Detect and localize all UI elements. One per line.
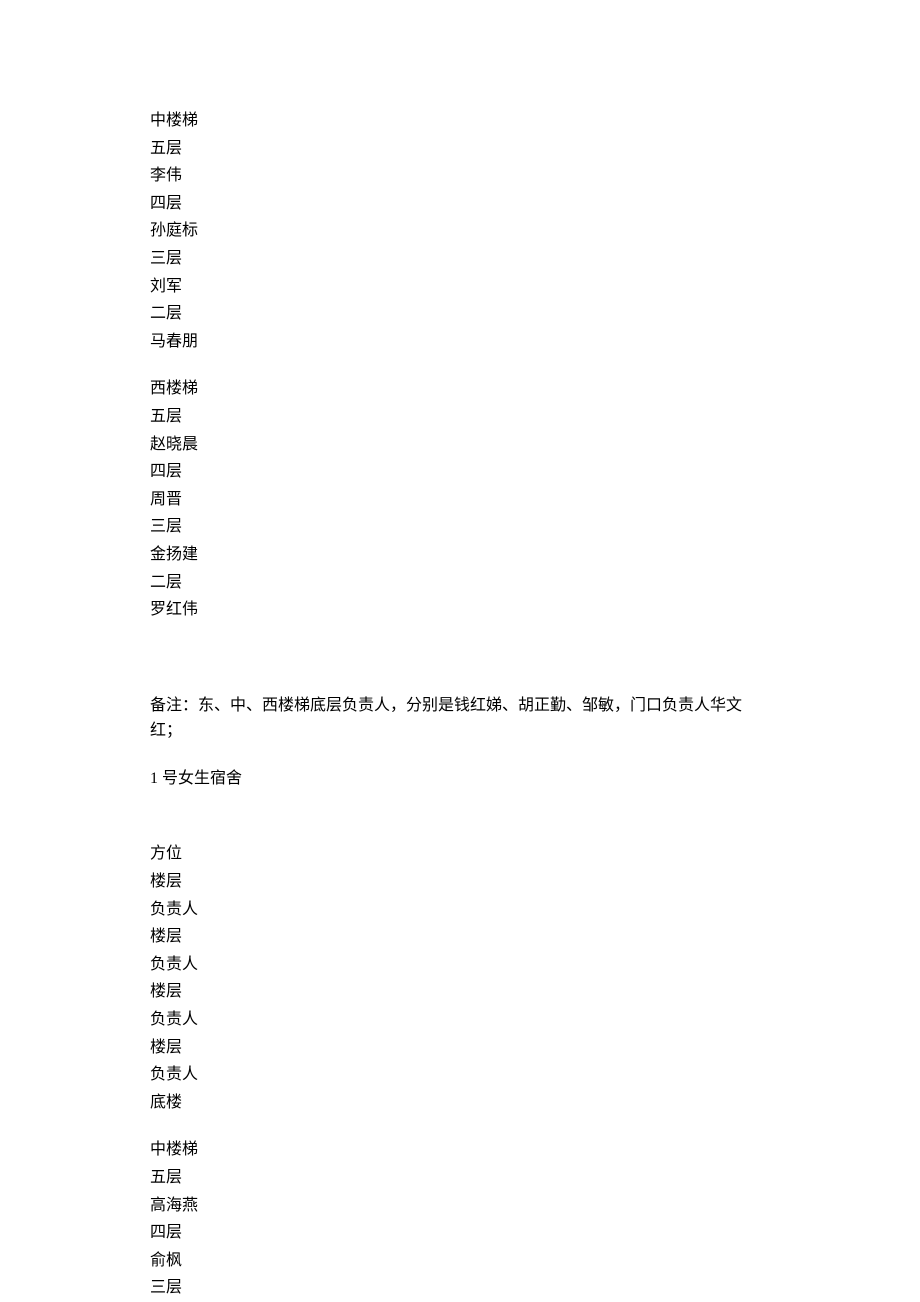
floor-label: 五层 bbox=[150, 1165, 770, 1191]
spacer bbox=[150, 625, 770, 673]
section3-title: 中楼梯 bbox=[150, 1137, 770, 1163]
section2-title: 西楼梯 bbox=[150, 376, 770, 402]
label-floor: 楼层 bbox=[150, 979, 770, 1005]
floor-label: 五层 bbox=[150, 136, 770, 162]
floor-label: 四层 bbox=[150, 1220, 770, 1246]
person-name: 周晋 bbox=[150, 487, 770, 513]
person-name: 孙庭标 bbox=[150, 218, 770, 244]
spacer bbox=[150, 1117, 770, 1137]
spacer bbox=[150, 673, 770, 693]
person-name: 俞枫 bbox=[150, 1248, 770, 1274]
spacer bbox=[150, 356, 770, 376]
floor-label: 三层 bbox=[150, 514, 770, 540]
person-name: 刘军 bbox=[150, 274, 770, 300]
floor-label: 五层 bbox=[150, 404, 770, 430]
floor-label: 二层 bbox=[150, 301, 770, 327]
floor-label: 四层 bbox=[150, 459, 770, 485]
floor-label: 三层 bbox=[150, 246, 770, 272]
note-text: 备注：东、中、西楼梯底层负责人，分别是钱红娣、胡正勤、邹敏，门口负责人华文红； bbox=[150, 693, 770, 744]
spacer bbox=[150, 793, 770, 841]
spacer bbox=[150, 746, 770, 766]
label-person: 负责人 bbox=[150, 1062, 770, 1088]
person-name: 罗红伟 bbox=[150, 597, 770, 623]
person-name: 李伟 bbox=[150, 163, 770, 189]
label-floor: 楼层 bbox=[150, 924, 770, 950]
section1-title: 中楼梯 bbox=[150, 108, 770, 134]
person-name: 高海燕 bbox=[150, 1193, 770, 1219]
person-name: 赵晓晨 bbox=[150, 432, 770, 458]
label-floor: 楼层 bbox=[150, 1035, 770, 1061]
label-person: 负责人 bbox=[150, 897, 770, 923]
person-name: 金扬建 bbox=[150, 542, 770, 568]
floor-label: 三层 bbox=[150, 1275, 770, 1301]
dorm-title: 1 号女生宿舍 bbox=[150, 766, 770, 792]
floor-label: 二层 bbox=[150, 570, 770, 596]
person-name: 马春朋 bbox=[150, 329, 770, 355]
label-person: 负责人 bbox=[150, 952, 770, 978]
floor-label: 四层 bbox=[150, 191, 770, 217]
label-direction: 方位 bbox=[150, 841, 770, 867]
label-floor: 楼层 bbox=[150, 869, 770, 895]
label-person: 负责人 bbox=[150, 1007, 770, 1033]
document-content: 中楼梯 五层 李伟 四层 孙庭标 三层 刘军 二层 马春朋 西楼梯 五层 赵晓晨… bbox=[150, 108, 770, 1301]
label-ground: 底楼 bbox=[150, 1090, 770, 1116]
